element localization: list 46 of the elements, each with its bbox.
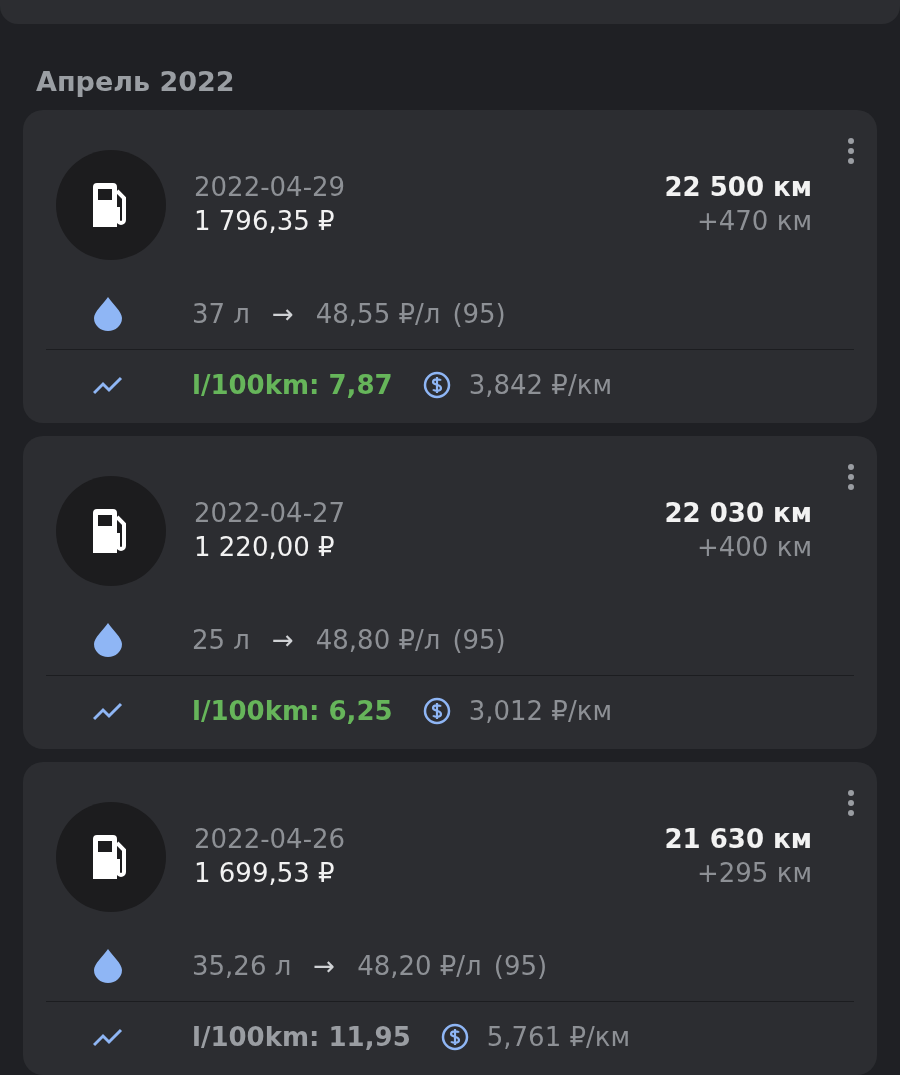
odometer: 22 500 км [664,172,812,202]
distance: +470 км [697,206,812,236]
dollar-coin-icon [440,1023,469,1051]
refuel-card[interactable]: 2022-04-26 1 699,53 ₽ 21 630 км +295 км 35,26 л → 48,20 ₽/л (95) l/100km: 11,95 5,761 ₽/км [23,762,877,1075]
more-icon[interactable] [847,138,855,164]
odometer: 22 030 км [664,498,812,528]
fuel-grade: (95) [493,951,548,981]
trend-icon [93,1027,123,1047]
unit-price: 48,55 ₽/л [315,299,441,329]
refuel-date: 2022-04-27 [194,498,347,528]
fuel-consumption: l/100km: 11,95 [192,1022,411,1052]
fuel-consumption: l/100km: 6,25 [192,696,393,726]
distance: +295 км [697,858,812,888]
cost-per-km: 3,012 ₽/км [468,696,612,726]
unit-price: 48,20 ₽/л [357,951,482,981]
refuel-cost: 1 699,53 ₽ [194,858,336,888]
trend-icon [93,701,123,721]
fuel-volume: 37 л [192,299,250,329]
unit-price: 48,80 ₽/л [315,625,441,655]
distance: +400 км [697,532,812,562]
dollar-coin-icon [422,697,451,725]
arrow: → [313,951,336,981]
drop-icon [93,949,123,983]
more-icon[interactable] [847,790,855,816]
arrow: → [271,625,294,655]
refuel-date: 2022-04-29 [194,172,347,202]
arrow: → [271,299,294,329]
month-header: Апрель 2022 [36,66,235,97]
more-icon[interactable] [847,464,855,490]
refuel-cost: 1 220,00 ₽ [194,532,336,562]
odometer: 21 630 км [664,824,812,854]
refuel-date: 2022-04-26 [194,824,347,854]
cost-per-km: 3,842 ₽/км [468,370,612,400]
trend-icon [93,375,123,395]
fuel-volume: 25 л [192,625,250,655]
refuel-cost: 1 796,35 ₽ [194,206,336,236]
dollar-coin-icon [422,371,451,399]
cost-per-km: 5,761 ₽/км [486,1022,631,1052]
fuel-volume: 35,26 л [192,951,292,981]
fuel-grade: (95) [452,625,506,655]
fuel-grade: (95) [452,299,506,329]
fuel-consumption: l/100km: 7,87 [192,370,393,400]
drop-icon [93,623,123,657]
refuel-card[interactable]: 2022-04-27 1 220,00 ₽ 22 030 км +400 км 25 л → 48,80 ₽/л (95) l/100km: 6,25 3,012 ₽/км [23,436,877,749]
drop-icon [93,297,123,331]
refuel-card[interactable]: 2022-04-29 1 796,35 ₽ 22 500 км +470 км 37 л → 48,55 ₽/л (95) l/100km: 7,87 3,842 ₽/км [23,110,877,423]
